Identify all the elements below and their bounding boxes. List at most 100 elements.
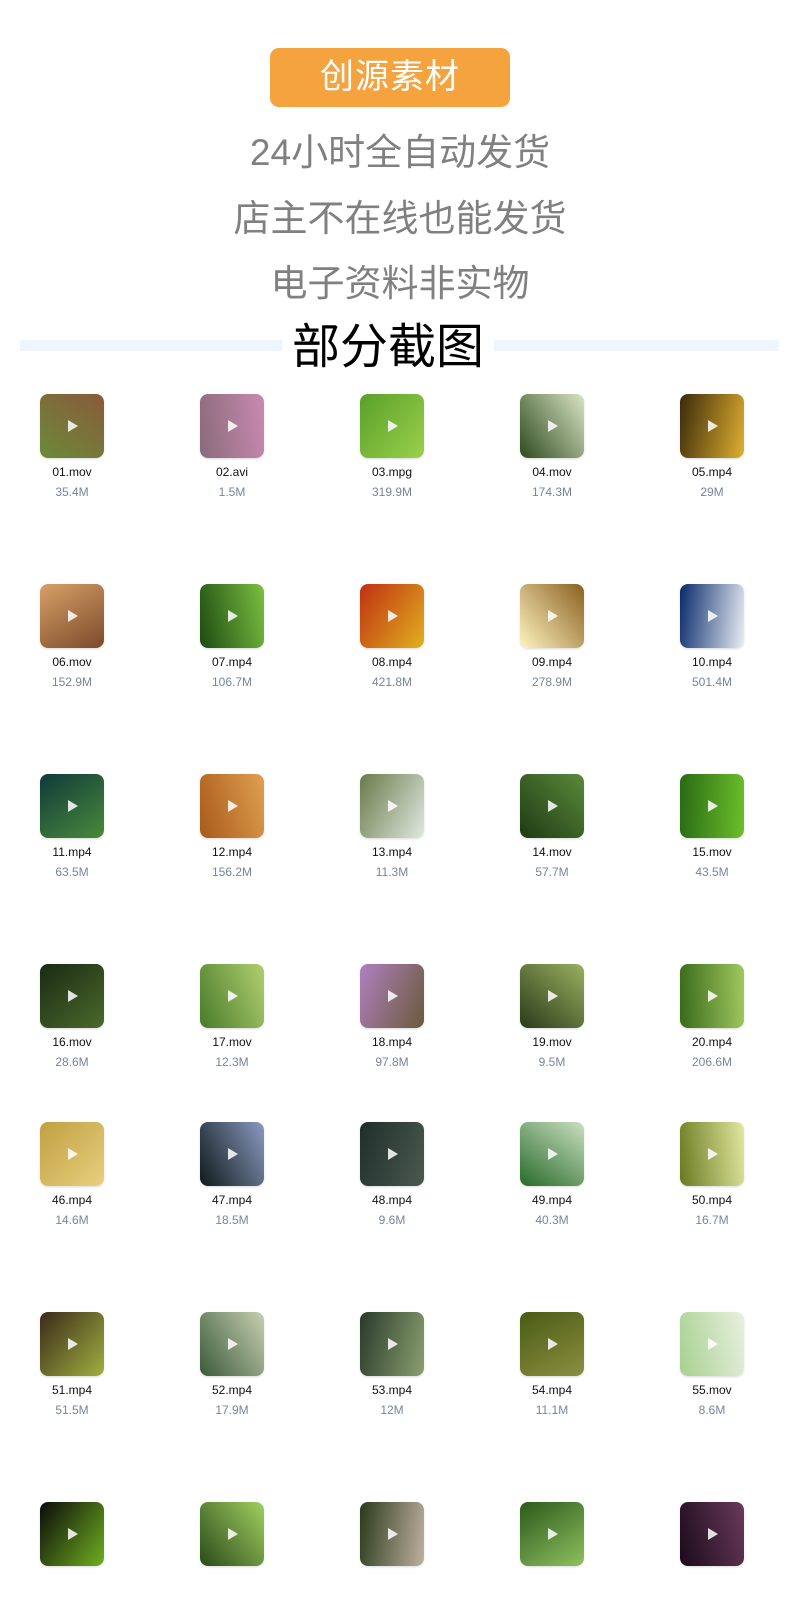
file-tile[interactable]: 14.mov 57.7M xyxy=(492,774,612,880)
video-thumbnail[interactable] xyxy=(360,1502,424,1566)
file-name: 07.mp4 xyxy=(211,655,253,669)
video-thumbnail[interactable] xyxy=(40,394,104,458)
video-thumbnail[interactable] xyxy=(520,1122,584,1186)
video-thumbnail[interactable] xyxy=(680,394,744,458)
video-thumbnail[interactable] xyxy=(200,394,264,458)
play-icon xyxy=(388,990,398,1002)
file-name: 49.mp4 xyxy=(531,1193,573,1207)
file-tile[interactable]: 17.mov 12.3M xyxy=(172,964,292,1070)
play-icon xyxy=(388,1528,398,1540)
play-icon xyxy=(68,1338,78,1350)
file-tile[interactable]: 04.mov 174.3M xyxy=(492,394,612,500)
file-tile[interactable] xyxy=(172,1502,292,1572)
file-tile[interactable]: 49.mp4 40.3M xyxy=(492,1122,612,1228)
play-icon xyxy=(228,610,238,622)
file-tile[interactable]: 08.mp4 421.8M xyxy=(332,584,452,690)
video-thumbnail[interactable] xyxy=(360,964,424,1028)
video-thumbnail[interactable] xyxy=(680,774,744,838)
file-name: 51.mp4 xyxy=(51,1383,93,1397)
video-thumbnail[interactable] xyxy=(200,774,264,838)
file-tile[interactable]: 05.mp4 29M xyxy=(652,394,772,500)
file-tile[interactable]: 01.mov 35.4M xyxy=(12,394,132,500)
file-tile[interactable]: 09.mp4 278.9M xyxy=(492,584,612,690)
file-tile[interactable]: 20.mp4 206.6M xyxy=(652,964,772,1070)
play-icon xyxy=(388,420,398,432)
file-name: 17.mov xyxy=(212,1035,252,1049)
file-name: 14.mov xyxy=(532,845,572,859)
video-thumbnail[interactable] xyxy=(360,584,424,648)
file-tile[interactable]: 11.mp4 63.5M xyxy=(12,774,132,880)
file-tile[interactable]: 10.mp4 501.4M xyxy=(652,584,772,690)
video-thumbnail[interactable] xyxy=(680,1312,744,1376)
video-thumbnail[interactable] xyxy=(40,1122,104,1186)
video-thumbnail[interactable] xyxy=(680,1122,744,1186)
file-tile[interactable]: 47.mp4 18.5M xyxy=(172,1122,292,1228)
file-tile[interactable] xyxy=(12,1502,132,1572)
video-thumbnail[interactable] xyxy=(40,964,104,1028)
file-size: 18.5M xyxy=(215,1213,249,1227)
file-tile[interactable]: 12.mp4 156.2M xyxy=(172,774,292,880)
video-thumbnail[interactable] xyxy=(520,964,584,1028)
file-name: 04.mov xyxy=(532,465,572,479)
play-icon xyxy=(708,1338,718,1350)
file-tile[interactable] xyxy=(332,1502,452,1572)
video-thumbnail[interactable] xyxy=(520,394,584,458)
video-thumbnail[interactable] xyxy=(360,1122,424,1186)
file-tile[interactable]: 50.mp4 16.7M xyxy=(652,1122,772,1228)
play-icon xyxy=(228,1338,238,1350)
file-tile[interactable]: 48.mp4 9.6M xyxy=(332,1122,452,1228)
file-size: 14.6M xyxy=(55,1213,89,1227)
file-tile[interactable]: 07.mp4 106.7M xyxy=(172,584,292,690)
file-tile[interactable] xyxy=(652,1502,772,1572)
file-name: 02.avi xyxy=(215,465,249,479)
play-icon xyxy=(68,990,78,1002)
file-tile[interactable]: 53.mp4 12M xyxy=(332,1312,452,1418)
file-name: 13.mp4 xyxy=(371,845,413,859)
file-size: 206.6M xyxy=(691,1055,733,1069)
video-thumbnail[interactable] xyxy=(200,1312,264,1376)
video-thumbnail[interactable] xyxy=(520,774,584,838)
file-tile[interactable]: 19.mov 9.5M xyxy=(492,964,612,1070)
video-thumbnail[interactable] xyxy=(40,584,104,648)
video-thumbnail[interactable] xyxy=(680,964,744,1028)
video-thumbnail[interactable] xyxy=(200,1502,264,1566)
video-thumbnail[interactable] xyxy=(520,584,584,648)
video-thumbnail[interactable] xyxy=(40,1312,104,1376)
video-thumbnail[interactable] xyxy=(360,774,424,838)
section-divider-left xyxy=(20,340,282,351)
file-size: 152.9M xyxy=(51,675,93,689)
play-icon xyxy=(708,990,718,1002)
video-thumbnail[interactable] xyxy=(520,1502,584,1566)
video-thumbnail[interactable] xyxy=(520,1312,584,1376)
video-thumbnail[interactable] xyxy=(680,584,744,648)
file-tile[interactable]: 16.mov 28.6M xyxy=(12,964,132,1070)
file-tile[interactable]: 13.mp4 11.3M xyxy=(332,774,452,880)
file-name: 50.mp4 xyxy=(691,1193,733,1207)
file-tile[interactable]: 52.mp4 17.9M xyxy=(172,1312,292,1418)
file-tile[interactable]: 18.mp4 97.8M xyxy=(332,964,452,1070)
file-tile[interactable]: 02.avi 1.5M xyxy=(172,394,292,500)
file-tile[interactable]: 54.mp4 11.1M xyxy=(492,1312,612,1418)
video-thumbnail[interactable] xyxy=(200,584,264,648)
play-icon xyxy=(228,990,238,1002)
video-thumbnail[interactable] xyxy=(200,964,264,1028)
video-thumbnail[interactable] xyxy=(360,394,424,458)
video-thumbnail[interactable] xyxy=(40,774,104,838)
play-icon xyxy=(548,800,558,812)
file-tile[interactable]: 51.mp4 51.5M xyxy=(12,1312,132,1418)
video-thumbnail[interactable] xyxy=(40,1502,104,1566)
file-name: 06.mov xyxy=(52,655,92,669)
video-thumbnail[interactable] xyxy=(680,1502,744,1566)
file-tile[interactable] xyxy=(492,1502,612,1572)
file-tile[interactable]: 46.mp4 14.6M xyxy=(12,1122,132,1228)
file-size: 63.5M xyxy=(55,865,89,879)
file-size: 28.6M xyxy=(55,1055,89,1069)
brand-badge: 创源素材 xyxy=(270,48,510,107)
video-thumbnail[interactable] xyxy=(200,1122,264,1186)
file-tile[interactable]: 03.mpg 319.9M xyxy=(332,394,452,500)
file-size: 51.5M xyxy=(55,1403,89,1417)
file-tile[interactable]: 15.mov 43.5M xyxy=(652,774,772,880)
file-tile[interactable]: 55.mov 8.6M xyxy=(652,1312,772,1418)
file-tile[interactable]: 06.mov 152.9M xyxy=(12,584,132,690)
video-thumbnail[interactable] xyxy=(360,1312,424,1376)
